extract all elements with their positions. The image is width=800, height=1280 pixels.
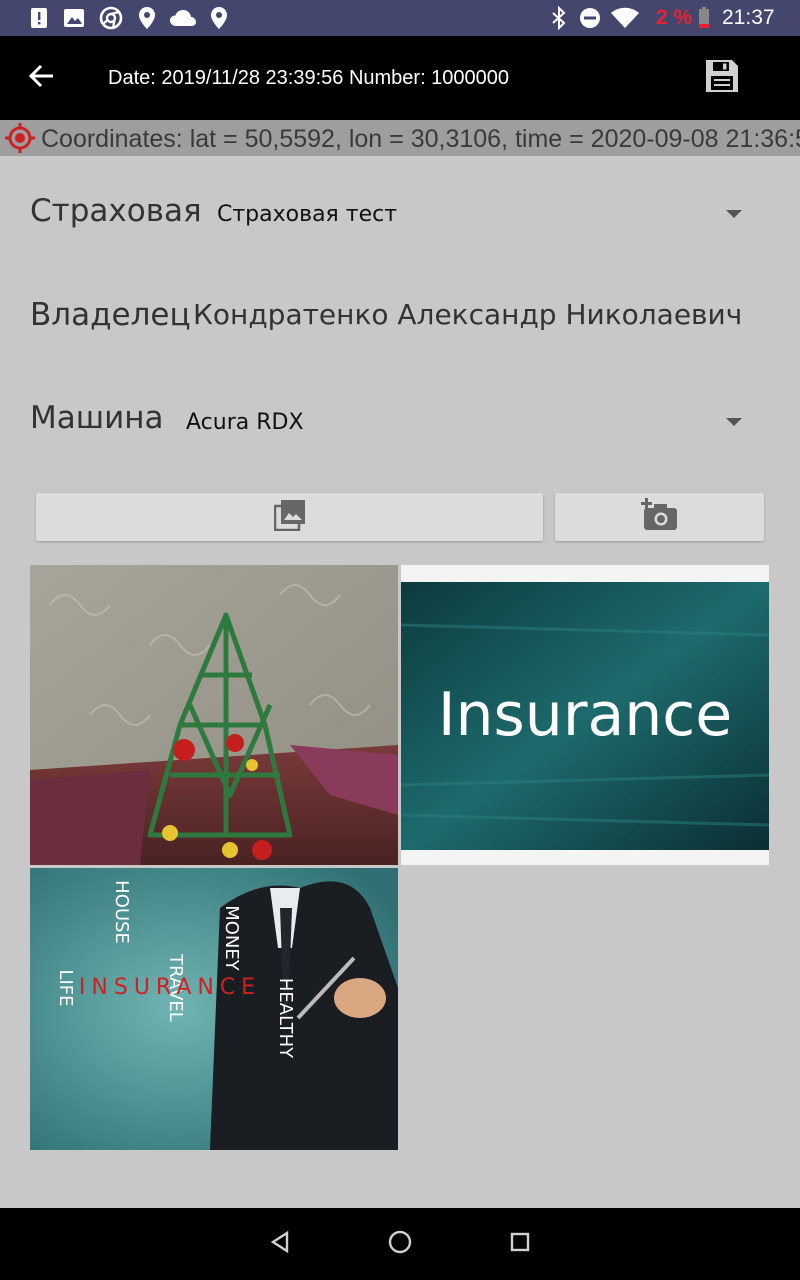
image-icon (62, 0, 86, 36)
car-spinner[interactable]: Acura RDX (170, 392, 760, 452)
insurance-value: Страховая тест (217, 201, 398, 227)
wifi-icon (608, 0, 642, 36)
add-a-photo-icon (640, 497, 679, 537)
insurance-spinner[interactable]: Страховая тест (200, 184, 760, 244)
gps-target-icon (4, 122, 36, 154)
crossword-red-word: INSURANCE (79, 975, 261, 1000)
camera-button[interactable] (555, 493, 764, 541)
alert-icon (28, 0, 50, 36)
crossword-word: HEALTHY (275, 978, 296, 1059)
photo-thumbnail-insurance[interactable]: Insurance (401, 565, 769, 865)
status-bar: 2 % 21:37 (0, 0, 800, 36)
battery-low-icon (696, 0, 712, 36)
nav-back-button[interactable] (256, 1220, 304, 1268)
bluetooth-icon (548, 0, 570, 36)
photo-library-icon (273, 499, 306, 536)
location-icon (208, 0, 230, 36)
crossword-word: HOUSE (111, 880, 132, 944)
recents-square-icon (509, 1231, 531, 1258)
battery-percent: 2 % (656, 6, 693, 29)
owner-label: Владелец (30, 297, 191, 333)
car-label: Машина (30, 400, 164, 436)
car-value: Acura RDX (186, 409, 304, 435)
arrow-back-icon (28, 62, 56, 95)
nav-recents-button[interactable] (496, 1220, 544, 1268)
crossword-word: MONEY (221, 905, 242, 972)
status-clock: 21:37 (722, 6, 775, 29)
chrome-icon (98, 0, 124, 36)
do-not-disturb-icon (578, 0, 602, 36)
back-button[interactable] (14, 50, 70, 106)
save-icon (705, 59, 739, 98)
coordinates-text: Coordinates: lat = 50,5592, lon = 30,310… (41, 125, 800, 153)
navigation-bar (0, 1208, 800, 1280)
back-triangle-icon (269, 1230, 291, 1259)
home-circle-icon (388, 1230, 412, 1259)
insurance-label: Страховая (30, 193, 202, 229)
insurance-word: Insurance (438, 680, 732, 750)
page-title: Date: 2019/11/28 23:39:56 Number: 100000… (108, 67, 510, 89)
cloud-icon (168, 0, 198, 36)
location-icon (136, 0, 158, 36)
owner-value: Кондратенко Александр Николаевич (193, 298, 743, 331)
coordinates-bar: Coordinates: lat = 50,5592, lon = 30,310… (0, 120, 800, 156)
photo-thumbnail-tree[interactable] (30, 565, 398, 865)
crossword-word: LIFE (55, 969, 76, 1006)
gallery-button[interactable] (36, 493, 543, 541)
nav-home-button[interactable] (376, 1220, 424, 1268)
chevron-down-icon (726, 418, 742, 426)
chevron-down-icon (726, 210, 742, 218)
save-button[interactable] (694, 50, 750, 106)
toolbar: Date: 2019/11/28 23:39:56 Number: 100000… (0, 36, 800, 120)
photo-thumbnail-crossword[interactable]: HOUSE MONEY TRAVEL LIFE HEALTHY INSURANC… (30, 868, 398, 1150)
